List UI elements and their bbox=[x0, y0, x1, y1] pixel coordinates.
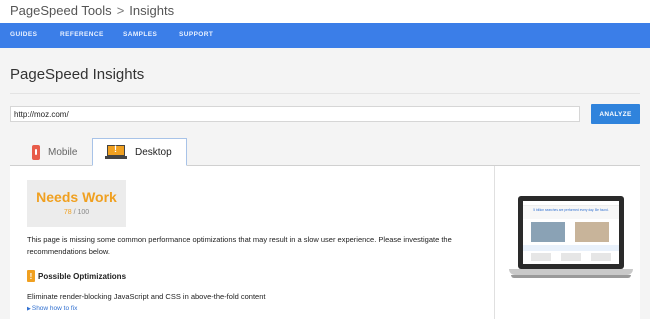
expand-arrow-icon: ▶ bbox=[27, 306, 31, 312]
score-readout: 78 / 100 bbox=[27, 209, 126, 216]
score-value: 78 bbox=[63, 209, 72, 216]
page-screenshot: 5 billion searches are performed every d… bbox=[523, 201, 619, 264]
page-title: PageSpeed Insights bbox=[10, 66, 145, 83]
verdict-label: Needs Work bbox=[36, 189, 117, 205]
tab-desktop[interactable]: Desktop bbox=[92, 138, 187, 166]
nav-item-samples[interactable]: SAMPLES bbox=[123, 31, 157, 38]
mobile-phone-icon bbox=[32, 144, 40, 160]
analyze-button[interactable]: ANALYZE bbox=[591, 104, 640, 124]
nav-item-support[interactable]: SUPPORT bbox=[179, 31, 213, 38]
tab-mobile-label: Mobile bbox=[48, 146, 78, 158]
show-how-label: Show how to fix bbox=[31, 305, 78, 312]
nav-item-guides[interactable]: GUIDES bbox=[10, 31, 37, 38]
optimizations-header: ! Possible Optimizations bbox=[27, 270, 126, 282]
optimizations-title: Possible Optimizations bbox=[38, 271, 127, 281]
rule-title: Eliminate render-blocking JavaScript and… bbox=[27, 292, 266, 301]
screenshot-headline: 5 billion searches are performed every d… bbox=[523, 206, 619, 219]
score-max: / 100 bbox=[73, 209, 90, 216]
summary-text: This page is missing some common perform… bbox=[27, 235, 452, 256]
title-divider bbox=[10, 93, 640, 94]
nav-item-reference[interactable]: REFERENCE bbox=[60, 31, 104, 38]
breadcrumb-root-link[interactable]: PageSpeed Tools bbox=[10, 3, 112, 18]
nav-bar: GUIDES REFERENCE SAMPLES SUPPORT bbox=[0, 23, 650, 48]
tab-desktop-label: Desktop bbox=[135, 146, 172, 158]
warning-icon: ! bbox=[27, 270, 35, 282]
breadcrumb: PageSpeed Tools > Insights bbox=[10, 3, 174, 18]
top-header: PageSpeed Tools > Insights bbox=[0, 0, 650, 23]
url-input[interactable] bbox=[10, 106, 580, 122]
breadcrumb-separator: > bbox=[116, 3, 125, 18]
score-box: Needs Work 78 / 100 bbox=[27, 180, 126, 227]
breadcrumb-current: Insights bbox=[129, 3, 175, 18]
tab-mobile[interactable]: Mobile bbox=[20, 138, 90, 166]
show-how-to-fix-link[interactable]: ▶Show how to fix bbox=[27, 305, 77, 312]
desktop-laptop-icon bbox=[105, 144, 127, 159]
